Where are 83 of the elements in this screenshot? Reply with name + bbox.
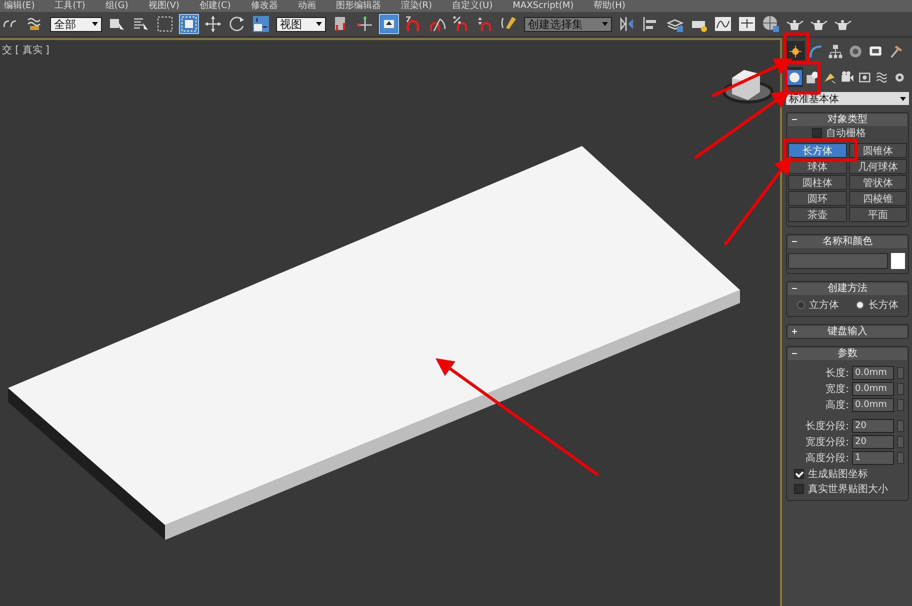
hierarchy-icon (828, 44, 843, 58)
camera-icon (840, 70, 856, 84)
cube-square-icon[interactable] (180, 15, 198, 33)
viewport-label[interactable]: 交 [ 真实 ] (2, 43, 50, 57)
spinner-field[interactable]: 0.0mm (852, 366, 894, 380)
menu-item[interactable]: MAXScript(M) (512, 0, 574, 12)
menu-item[interactable]: 渲染(R) (400, 0, 432, 12)
rollout-header[interactable]: 名称和颜色 (788, 236, 907, 248)
viewport[interactable]: 交 [ 真实 ] (0, 38, 782, 606)
helper-icon (858, 70, 873, 84)
object-type-button[interactable]: 长方体 (788, 143, 846, 158)
sphere-icon (786, 70, 802, 84)
radio-label: 长方体 (868, 298, 898, 312)
spinner-field[interactable]: 1 (852, 451, 894, 465)
percent-magnet-icon[interactable] (452, 15, 470, 33)
object-type-button[interactable]: 圆环 (788, 191, 846, 206)
rollout-header[interactable]: 创建方法 (788, 283, 907, 295)
checkbox-label: 生成贴图坐标 (808, 468, 868, 480)
category-dropdown[interactable]: 标准基本体 (786, 92, 909, 105)
menu-item[interactable]: 创建(C) (199, 0, 231, 12)
field-label: 长度分段: (806, 420, 849, 433)
menu-item[interactable]: 动画 (298, 0, 316, 12)
checkbox[interactable] (794, 484, 804, 494)
object-type-button[interactable]: 圆柱体 (788, 175, 846, 190)
checkbox-label: 自动栅格 (826, 126, 866, 140)
menu-item[interactable]: 组(G) (105, 0, 128, 12)
highlight-frame (784, 32, 810, 64)
rollout-header[interactable]: 对象类型 (788, 114, 907, 126)
scale-icon[interactable] (252, 15, 270, 33)
color-swatch[interactable] (891, 253, 905, 269)
named-selection-dropdown[interactable]: 创建选择集 (524, 16, 612, 32)
highlight-frame (784, 62, 820, 94)
object-type-button[interactable]: 几何球体 (848, 159, 907, 174)
panel-tab[interactable] (786, 41, 805, 61)
menu-item[interactable]: 视图(V) (148, 0, 180, 12)
menu-item[interactable]: 编辑(E) (4, 0, 35, 12)
menu-item[interactable]: 图形编辑器 (336, 0, 381, 12)
view-cube-drawing (722, 70, 774, 104)
axis-icon[interactable] (356, 15, 374, 33)
sun-icon (788, 44, 803, 58)
monitor-icon (868, 44, 883, 58)
field-label: 长度: (826, 366, 849, 380)
arc-icon (808, 44, 823, 58)
menu-item[interactable]: 修改器 (250, 0, 278, 12)
spinner-field[interactable]: 20 (852, 419, 894, 433)
object-type-button[interactable]: 茶壶 (788, 207, 846, 222)
mirror-icon[interactable] (618, 15, 636, 33)
spinner-magnet-icon[interactable] (476, 15, 494, 33)
reference-coordinate-dropdown[interactable]: 视图 (276, 16, 326, 32)
magnet-icon[interactable] (404, 15, 422, 33)
radio-label: 立方体 (808, 298, 839, 312)
rotate-icon[interactable] (228, 15, 246, 33)
field-label: 高度分段: (806, 452, 849, 465)
spinner-field[interactable]: 20 (852, 435, 894, 449)
dashed-rect-icon[interactable] (156, 15, 174, 33)
hammer-icon (888, 44, 903, 58)
shapes-icon (804, 70, 820, 84)
radio-button[interactable] (796, 301, 805, 309)
rollout-header[interactable]: 键盘输入 (788, 326, 907, 338)
checkbox[interactable] (794, 468, 804, 478)
radio-button[interactable] (856, 301, 864, 309)
curve-icon[interactable] (714, 15, 732, 33)
object-type-button[interactable]: 管状体 (848, 175, 907, 190)
field-label: 宽度: (826, 382, 849, 396)
menu-item[interactable]: 帮助(H) (594, 0, 626, 12)
keyboard-icon[interactable] (380, 15, 398, 33)
checkbox-label: 真实世界贴图大小 (808, 482, 888, 496)
spinner-field[interactable]: 0.0mm (852, 382, 894, 396)
object-type-button[interactable]: 四棱锥 (848, 191, 907, 206)
selection-filter-dropdown[interactable]: 全部 (50, 16, 102, 32)
object-type-button[interactable]: 圆锥体 (848, 143, 907, 158)
name-field[interactable] (788, 253, 888, 269)
field-label: 宽度分段: (806, 436, 849, 449)
menu-item[interactable]: 自定义(U) (452, 0, 493, 12)
menu-item[interactable]: 工具(T) (54, 0, 86, 12)
rollout-header[interactable]: 参数 (788, 348, 907, 360)
field-label: 高度: (826, 398, 849, 412)
object-type-button[interactable]: 平面 (848, 207, 907, 222)
move-icon[interactable] (204, 15, 222, 33)
spinner-field[interactable]: 0.0mm (852, 398, 894, 412)
checkbox[interactable] (812, 128, 822, 138)
motion-icon (848, 44, 863, 58)
grid-sphere-icon[interactable] (762, 15, 780, 33)
